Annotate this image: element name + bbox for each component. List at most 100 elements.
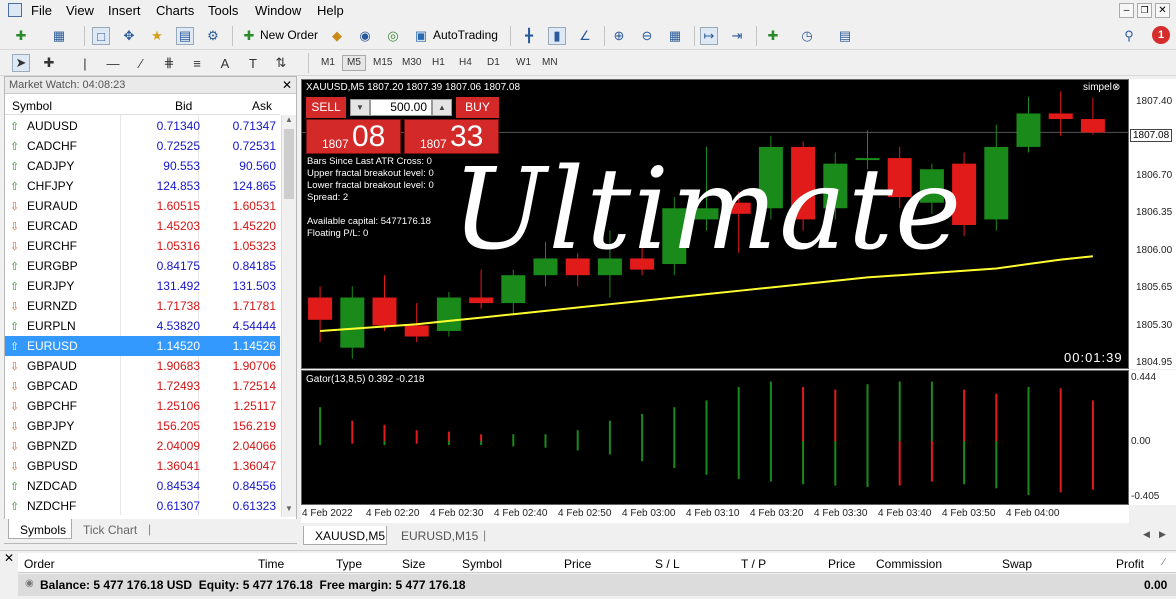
- candlestick-icon[interactable]: ▮: [548, 27, 566, 45]
- time-column-header[interactable]: Time: [258, 557, 284, 571]
- order-column-header[interactable]: Order: [24, 557, 55, 571]
- lot-increase-button[interactable]: ▲: [432, 99, 452, 116]
- buy-price-button[interactable]: 1807 33: [404, 119, 499, 154]
- signals-icon[interactable]: ◉: [356, 27, 374, 45]
- menu-window[interactable]: Window: [255, 3, 301, 18]
- zoom-out-icon[interactable]: ⊖: [638, 27, 656, 45]
- price-chart[interactable]: Ultimate XAUUSD,M5 1807.20 1807.39 1807.…: [301, 79, 1129, 369]
- balance-row[interactable]: ◉ Balance: 5 477 176.18 USD Equity: 5 47…: [18, 574, 1176, 596]
- tabs-scroll-right-icon[interactable]: ▶: [1159, 529, 1166, 540]
- horizontal-line-icon[interactable]: —: [104, 54, 122, 72]
- tab-symbols[interactable]: Symbols: [8, 519, 72, 539]
- channel-icon[interactable]: ⋕: [160, 54, 178, 72]
- arrows-icon[interactable]: ⇅: [272, 54, 290, 72]
- text-icon[interactable]: A: [216, 54, 234, 72]
- menu-insert[interactable]: Insert: [108, 3, 141, 18]
- new-chart-icon[interactable]: ✚: [12, 27, 30, 45]
- market-watch-row[interactable]: ⇩ GBPNZD 2.04009 2.04066: [5, 436, 280, 456]
- app-icon[interactable]: [8, 3, 22, 17]
- tf-d1[interactable]: D1: [482, 55, 505, 71]
- periods-icon[interactable]: ◷: [798, 27, 816, 45]
- chart-shift-icon[interactable]: ⇥: [728, 27, 746, 45]
- profiles-icon[interactable]: ▦: [50, 27, 68, 45]
- fibonacci-icon[interactable]: ≡: [188, 54, 206, 72]
- price-column-header[interactable]: Price: [564, 557, 591, 571]
- tp-column-header[interactable]: T / P: [741, 557, 766, 571]
- tabs-scroll-left-icon[interactable]: ◀: [1143, 529, 1150, 540]
- bar-chart-icon[interactable]: ╋: [520, 27, 538, 45]
- market-watch-row[interactable]: ⇩ EURNZD 1.71738 1.71781: [5, 296, 280, 316]
- restore-button[interactable]: ❐: [1137, 3, 1152, 18]
- market-watch-row[interactable]: ⇩ EURCHF 1.05316 1.05323: [5, 236, 280, 256]
- swap-column-header[interactable]: Swap: [1002, 557, 1032, 571]
- navigator-icon[interactable]: ★: [148, 27, 166, 45]
- new-order-button[interactable]: New Order: [260, 28, 318, 42]
- gator-indicator-window[interactable]: Gator(13,8,5) 0.392 -0.218: [301, 370, 1129, 505]
- tile-windows-icon[interactable]: ▦: [666, 27, 684, 45]
- lot-size-input[interactable]: 500.00: [370, 99, 432, 116]
- market-watch-icon[interactable]: □: [92, 27, 110, 45]
- menu-charts[interactable]: Charts: [156, 3, 194, 18]
- bid-column-header[interactable]: Bid: [175, 99, 192, 113]
- market-watch-row[interactable]: ⇩ EURCAD 1.45203 1.45220: [5, 216, 280, 236]
- market-watch-row[interactable]: ⇧ EURUSD 1.14520 1.14526: [5, 336, 280, 356]
- autotrading-button[interactable]: AutoTrading: [433, 28, 498, 42]
- market-watch-row[interactable]: ⇧ EURGBP 0.84175 0.84185: [5, 256, 280, 276]
- market-watch-row[interactable]: ⇩ GBPCAD 1.72493 1.72514: [5, 376, 280, 396]
- type-column-header[interactable]: Type: [336, 557, 362, 571]
- tf-m15[interactable]: M15: [368, 55, 397, 71]
- search-icon[interactable]: ⚲: [1120, 27, 1138, 45]
- trendline-icon[interactable]: ∕: [132, 54, 150, 72]
- close-button[interactable]: ✕: [1155, 3, 1170, 18]
- minimize-button[interactable]: –: [1119, 3, 1134, 18]
- tab-eurusd-m15[interactable]: EURUSD,M15: [401, 529, 478, 543]
- line-chart-icon[interactable]: ∠: [576, 27, 594, 45]
- symbol-column-header[interactable]: Symbol: [12, 99, 52, 113]
- tab-tick-chart[interactable]: Tick Chart: [83, 523, 137, 537]
- sell-price-button[interactable]: 1807 08: [306, 119, 401, 154]
- market-watch-row[interactable]: ⇧ NZDCAD 0.84534 0.84556: [5, 476, 280, 496]
- profit-column-header[interactable]: Profit: [1116, 557, 1144, 571]
- autotrading-icon[interactable]: ▣: [412, 27, 430, 45]
- vertical-line-icon[interactable]: |: [76, 54, 94, 72]
- tf-h4[interactable]: H4: [454, 55, 477, 71]
- cursor-icon[interactable]: ➤: [12, 54, 30, 72]
- tab-xauusd-m5[interactable]: XAUUSD,M5: [303, 526, 387, 545]
- scrollbar-thumb[interactable]: [284, 129, 294, 199]
- zoom-in-icon[interactable]: ⊕: [610, 27, 628, 45]
- market-watch-row[interactable]: ⇧ AUDUSD 0.71340 0.71347: [5, 116, 280, 136]
- size-column-header[interactable]: Size: [402, 557, 425, 571]
- indicators-icon[interactable]: ✚: [764, 27, 782, 45]
- tf-m30[interactable]: M30: [397, 55, 426, 71]
- buy-button[interactable]: BUY: [456, 97, 499, 118]
- commission-column-header[interactable]: Commission: [876, 557, 942, 571]
- notification-badge[interactable]: 1: [1152, 26, 1170, 44]
- market-watch-close-icon[interactable]: ✕: [282, 78, 292, 92]
- terminal-icon[interactable]: ▤: [176, 27, 194, 45]
- sl-column-header[interactable]: S / L: [655, 557, 680, 571]
- market-watch-row[interactable]: ⇧ CADCHF 0.72525 0.72531: [5, 136, 280, 156]
- terminal-close-icon[interactable]: ✕: [4, 551, 14, 565]
- market-watch-row[interactable]: ⇧ NZDCHF 0.61307 0.61323: [5, 496, 280, 516]
- market-watch-row[interactable]: ⇩ GBPAUD 1.90683 1.90706: [5, 356, 280, 376]
- tf-m5[interactable]: M5: [342, 55, 366, 71]
- menu-view[interactable]: View: [66, 3, 94, 18]
- radio-icon[interactable]: ◎: [384, 27, 402, 45]
- market-watch-row[interactable]: ⇧ CHFJPY 124.853 124.865: [5, 176, 280, 196]
- market-watch-row[interactable]: ⇩ EURAUD 1.60515 1.60531: [5, 196, 280, 216]
- simpel-close-icon[interactable]: ⊗: [1112, 82, 1120, 93]
- crosshair-icon[interactable]: ✚: [40, 54, 58, 72]
- ask-column-header[interactable]: Ask: [252, 99, 272, 113]
- tf-h1[interactable]: H1: [427, 55, 450, 71]
- market-watch-row[interactable]: ⇧ EURJPY 131.492 131.503: [5, 276, 280, 296]
- header-menu-icon[interactable]: ∕: [1163, 557, 1165, 568]
- lot-decrease-button[interactable]: ▼: [350, 99, 370, 116]
- strategy-tester-icon[interactable]: ⚙: [204, 27, 222, 45]
- menu-help[interactable]: Help: [317, 3, 344, 18]
- tf-mn[interactable]: MN: [537, 55, 563, 71]
- market-watch-scrollbar[interactable]: ▲ ▼: [281, 115, 296, 517]
- tf-w1[interactable]: W1: [511, 55, 536, 71]
- text-label-icon[interactable]: T: [244, 54, 262, 72]
- autoscroll-icon[interactable]: ↦: [700, 27, 718, 45]
- market-watch-row[interactable]: ⇩ GBPJPY 156.205 156.219: [5, 416, 280, 436]
